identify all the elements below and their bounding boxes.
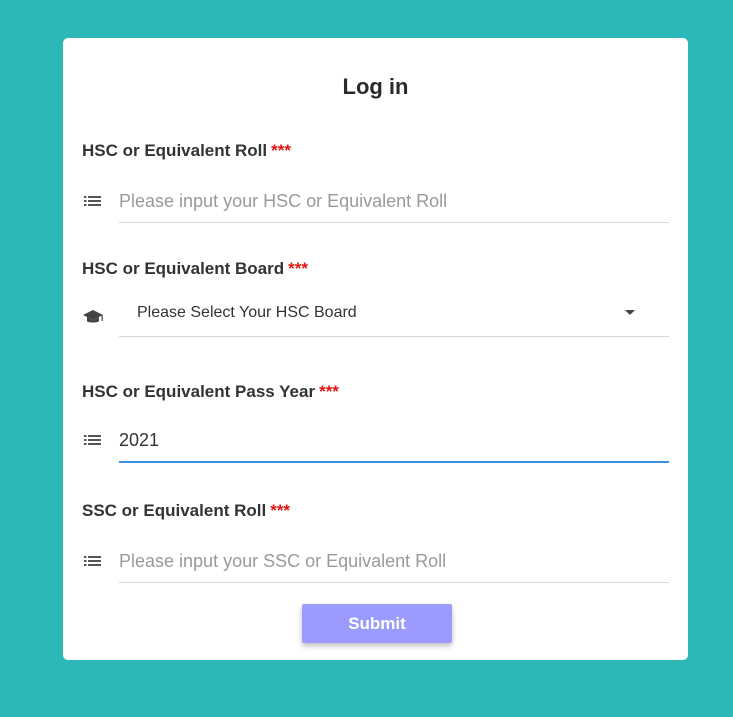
ssc-roll-field-group: SSC or Equivalent Roll ***: [82, 500, 669, 584]
hsc-pass-year-label: HSC or Equivalent Pass Year ***: [82, 382, 339, 401]
page-title: Log in: [342, 74, 409, 99]
required-marker: ***: [288, 259, 308, 278]
chevron-down-icon: [625, 310, 635, 315]
required-marker: ***: [270, 501, 291, 520]
hsc-pass-year-field-group: HSC or Equivalent Pass Year ***: [82, 381, 669, 463]
hsc-board-label: HSC or Equivalent Board ***: [82, 259, 308, 278]
login-card: Log in HSC or Equivalent Roll*** HSC or …: [63, 38, 688, 660]
hsc-pass-year-input[interactable]: [119, 419, 669, 463]
required-marker: ***: [271, 141, 291, 160]
required-marker: ***: [319, 382, 339, 401]
list-icon: [84, 435, 101, 445]
hsc-board-field-group: HSC or Equivalent Board *** Please Select…: [82, 258, 669, 337]
hsc-roll-field-group: HSC or Equivalent Roll ***: [82, 140, 669, 224]
hsc-board-selected-value: Please Select Your HSC Board: [137, 304, 357, 321]
list-icon: [84, 556, 101, 566]
hsc-board-select[interactable]: Please Select Your HSC Board: [119, 292, 669, 337]
ssc-roll-label: SSC or Equivalent Roll ***: [82, 501, 291, 520]
graduation-cap-icon: [83, 310, 103, 323]
list-icon: [84, 196, 101, 206]
hsc-roll-label: HSC or Equivalent Roll ***: [82, 141, 291, 160]
submit-button[interactable]: Submit: [302, 604, 452, 643]
hsc-roll-input[interactable]: [119, 180, 669, 223]
ssc-roll-input[interactable]: [119, 540, 669, 583]
